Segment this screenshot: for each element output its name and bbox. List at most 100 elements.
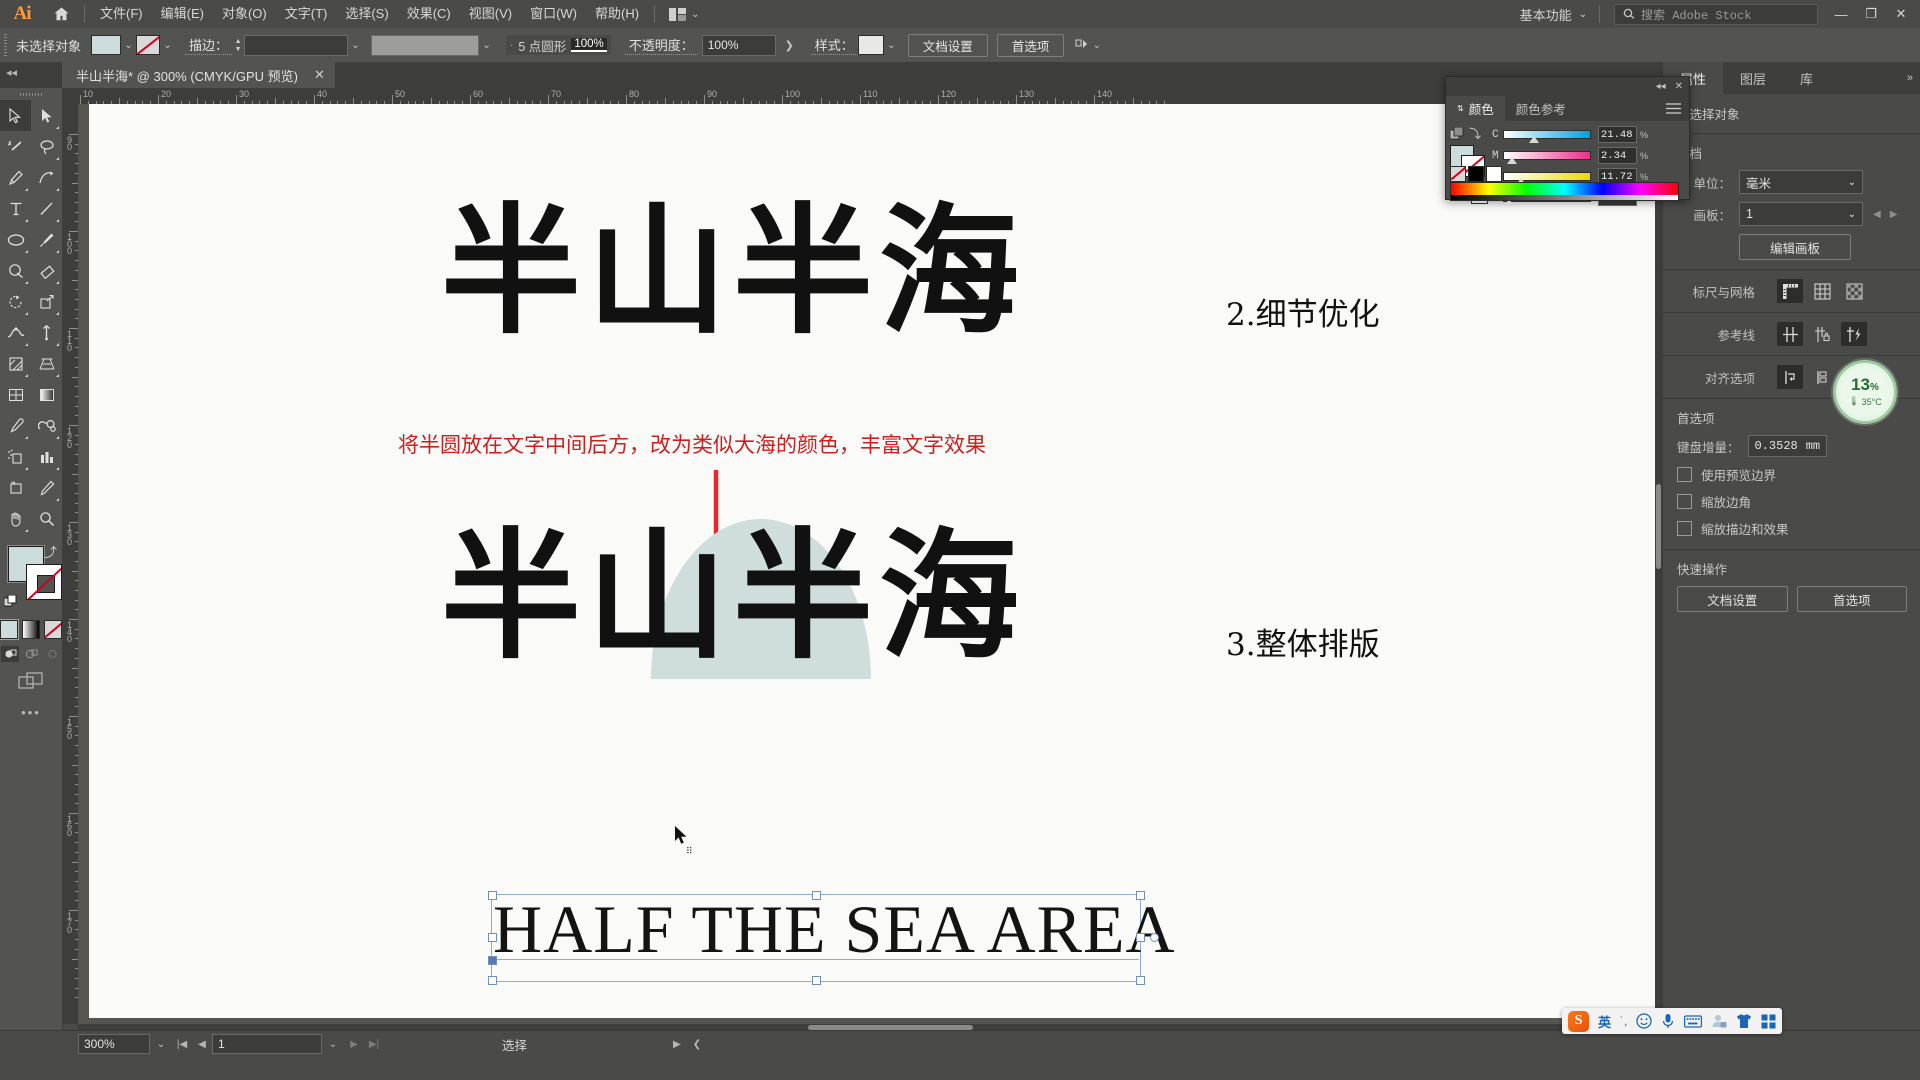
swap-fill-stroke-icon[interactable]: ⤴ (44, 542, 57, 561)
checkbox[interactable] (1677, 521, 1692, 536)
artboard-dropdown-icon[interactable]: ⌄ (322, 1039, 344, 1050)
zoom-level-field[interactable]: 300% (78, 1034, 150, 1054)
canvas-area[interactable]: 半山半海 2.细节优化 将半圆放在文字中间后方，改为类似大海的颜色，丰富文字效果… (78, 104, 1662, 1024)
menu-type[interactable]: 文字(T) (276, 0, 337, 28)
menu-view[interactable]: 视图(V) (460, 0, 521, 28)
handle-top-center[interactable] (812, 891, 821, 900)
align-to-key-object-icon[interactable] (1809, 365, 1835, 389)
black-swatch[interactable] (1468, 166, 1484, 182)
scale-strokes-effects-row[interactable]: 缩放描边和效果 (1677, 519, 1907, 538)
handle-middle-left[interactable] (488, 933, 497, 942)
toolbar-stroke-swatch[interactable] (26, 564, 62, 600)
free-transform-tool[interactable] (31, 317, 62, 348)
width-tool[interactable] (0, 317, 31, 348)
none-mode-button[interactable] (44, 620, 62, 639)
cpu-usage-badge[interactable]: 13% 🌡 35°C (1833, 360, 1897, 424)
first-artboard-icon[interactable]: |◀ (172, 1039, 192, 1050)
microphone-icon[interactable] (1661, 1013, 1675, 1029)
maximize-button[interactable]: ❐ (1856, 0, 1886, 28)
emoji-icon[interactable] (1636, 1013, 1653, 1029)
ime-toolbox-icon[interactable] (1761, 1014, 1776, 1029)
artwork-title-bottom[interactable]: 半山半海 (441, 484, 1025, 686)
horizontal-ruler[interactable]: 10 20 30 40 50 60 70 80 90 100 110 120 130 140 (62, 88, 1662, 105)
stroke-profile-field[interactable] (371, 34, 480, 56)
opacity-label[interactable]: 不透明度： (624, 35, 698, 55)
show-grid-icon[interactable] (1809, 279, 1835, 303)
mesh-tool[interactable] (0, 379, 31, 410)
artboard-tool[interactable] (0, 472, 31, 503)
smart-guides-icon[interactable] (1841, 322, 1867, 346)
align-to-selection-icon[interactable] (1777, 365, 1803, 389)
paintbrush-tool[interactable] (31, 224, 62, 255)
gradient-mode-button[interactable] (22, 620, 40, 639)
artboard-select[interactable]: 1 ⌄ (1739, 202, 1863, 226)
selection-tool[interactable] (0, 100, 31, 131)
opacity-field[interactable]: 100% (701, 34, 776, 56)
stroke-weight-stepper[interactable]: ▲ ▼ (232, 35, 244, 55)
stroke-color-swatch[interactable] (136, 35, 161, 55)
home-icon[interactable] (44, 6, 78, 22)
panel-expand-icon[interactable]: » (1907, 62, 1920, 94)
checkbox[interactable] (1677, 467, 1692, 482)
color-panel-menu-icon[interactable] (1658, 96, 1689, 121)
control-bar-chevron-icon[interactable]: ⌄ (1089, 35, 1104, 55)
english-text-object[interactable]: HALF THE SEA AREA (493, 890, 1176, 969)
menu-file[interactable]: 文件(F) (91, 0, 152, 28)
eyedropper-tool[interactable] (0, 410, 31, 441)
direct-selection-tool[interactable] (31, 100, 62, 131)
tab-layers[interactable]: 图层 (1723, 62, 1783, 94)
quick-document-setup-button[interactable]: 文档设置 (1677, 586, 1788, 612)
perspective-grid-tool[interactable] (31, 348, 62, 379)
eraser-tool[interactable] (31, 255, 62, 286)
white-swatch[interactable] (1486, 166, 1502, 182)
curvature-tool[interactable] (31, 162, 62, 193)
stock-search-input[interactable]: 搜索 Adobe Stock (1614, 3, 1818, 25)
scale-tool[interactable] (31, 286, 62, 317)
blend-tool[interactable] (31, 410, 62, 441)
stroke-weight-dropdown-icon[interactable]: ⌄ (348, 35, 363, 55)
slice-tool[interactable] (31, 472, 62, 503)
handle-bottom-center[interactable] (812, 976, 821, 985)
stroke-weight-field[interactable] (244, 34, 349, 56)
symbol-sprayer-tool[interactable] (0, 441, 31, 472)
document-tab[interactable]: 半山半海* @ 300% (CMYK/GPU 预览) ✕ (62, 62, 335, 88)
prev-artboard-icon[interactable]: ◀ (192, 1039, 212, 1050)
show-guides-icon[interactable] (1777, 322, 1803, 346)
last-artboard-icon[interactable]: ▶| (364, 1039, 384, 1050)
lock-guides-icon[interactable] (1809, 322, 1835, 346)
zoom-tool[interactable] (31, 503, 62, 534)
draw-inside-button[interactable] (43, 646, 61, 662)
hand-tool[interactable] (0, 503, 31, 534)
slider-thumb[interactable] (1528, 136, 1539, 143)
skin-shirt-icon[interactable] (1736, 1013, 1752, 1029)
rotate-tool[interactable] (0, 286, 31, 317)
tab-color-guide[interactable]: 颜色参考 (1505, 96, 1577, 121)
edit-artboards-button[interactable]: 编辑画板 (1739, 234, 1851, 260)
document-setup-button[interactable]: 文档设置 (907, 33, 988, 57)
vertical-scrollbar[interactable] (1655, 104, 1662, 1024)
slider-thumb[interactable] (1507, 157, 1518, 164)
status-prev-icon[interactable]: ❮ (693, 1039, 701, 1050)
style-label[interactable]: 样式： (810, 35, 858, 55)
menu-help[interactable]: 帮助(H) (586, 0, 648, 28)
graphic-style-swatch[interactable] (857, 35, 884, 55)
menu-edit[interactable]: 编辑(E) (152, 0, 213, 28)
handle-bottom-left[interactable] (488, 976, 497, 985)
collapse-panel-icon[interactable]: ◂◂ (6, 66, 17, 79)
column-graph-tool[interactable] (31, 441, 62, 472)
stroke-brush-definition[interactable]: · 5 点圆形 100% (506, 35, 611, 55)
stroke-label[interactable]: 描边： (185, 35, 233, 55)
workspace-switcher[interactable]: 基本功能 ⌄ (1514, 5, 1593, 24)
quick-preferences-button[interactable]: 首选项 (1796, 586, 1907, 612)
status-play-icon[interactable]: ▶ (673, 1039, 681, 1050)
tab-libraries[interactable]: 库 (1783, 62, 1830, 94)
ime-punctuation-icon[interactable]: ˙, (1620, 1014, 1627, 1028)
close-icon[interactable]: ✕ (1675, 81, 1683, 92)
shaper-tool[interactable] (0, 255, 31, 286)
color-panel-titlebar[interactable]: ◂◂ ✕ (1446, 77, 1689, 96)
show-transparency-grid-icon[interactable] (1841, 279, 1867, 303)
stroke-weight-value[interactable]: 100% (571, 38, 607, 52)
pen-tool[interactable] (0, 162, 31, 193)
draw-behind-button[interactable] (22, 646, 40, 662)
red-annotation-text[interactable]: 将半圆放在文字中间后方，改为类似大海的颜色，丰富文字效果 (398, 429, 986, 459)
